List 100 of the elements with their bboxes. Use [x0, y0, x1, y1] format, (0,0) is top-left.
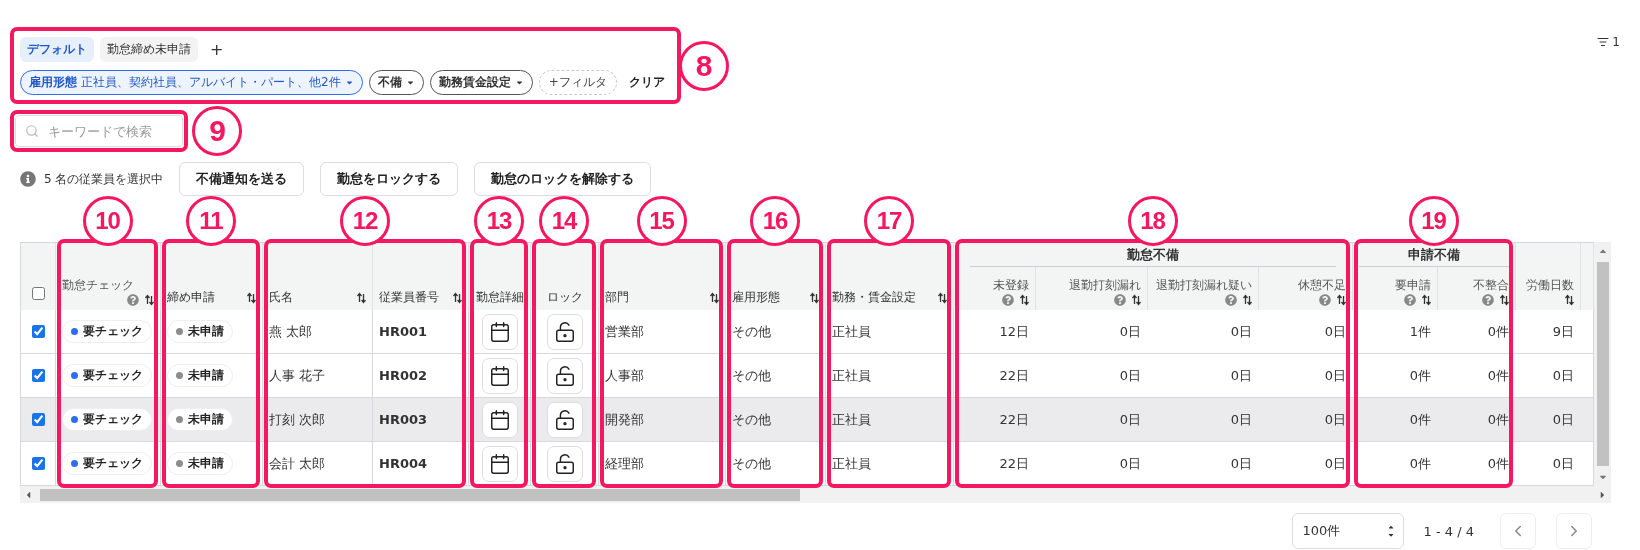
annotation-number: 19	[1408, 196, 1459, 246]
status-badge: 要チェック	[62, 320, 152, 343]
sort-icon[interactable]	[810, 292, 819, 305]
help-icon[interactable]	[1002, 294, 1014, 306]
lock-button[interactable]	[546, 445, 583, 482]
table-cell: 正社員	[832, 410, 871, 429]
horizontal-scrollbar[interactable]	[20, 486, 1611, 503]
table-cell: 9日	[1552, 322, 1574, 341]
table-cell: 0日	[1230, 454, 1252, 473]
table-cell: 正社員	[832, 454, 871, 473]
lock-button[interactable]	[546, 313, 583, 350]
table-cell: HR004	[379, 456, 428, 471]
sort-icon[interactable]	[1132, 294, 1141, 306]
table-cell: 0日	[1552, 366, 1574, 385]
action-button[interactable]: 勤怠のロックを解除する	[474, 162, 652, 196]
row-checkbox[interactable]	[31, 413, 45, 426]
calendar-button[interactable]	[481, 357, 518, 394]
sort-icon[interactable]	[1500, 294, 1509, 306]
sort-icon[interactable]	[1422, 294, 1431, 306]
sort-icon[interactable]	[247, 292, 256, 305]
help-icon[interactable]	[1319, 294, 1331, 306]
table-cell: 1件	[1409, 322, 1431, 341]
row-checkbox[interactable]	[31, 369, 45, 382]
scroll-thumb[interactable]	[1596, 262, 1609, 466]
table-cell: その他	[732, 322, 771, 341]
sort-icon[interactable]	[1565, 294, 1574, 306]
table-cell: 0日	[1324, 454, 1346, 473]
status-badge: 未申請	[167, 364, 233, 387]
column-header: 休憩不足	[1298, 278, 1346, 294]
selection-count: 5 名の従業員を選択中	[44, 170, 164, 188]
filter-chip[interactable]: 雇用形態 正社員、契約社員、アルバイト・パート、他2件	[20, 70, 363, 95]
sort-icon[interactable]	[145, 294, 154, 306]
filter-chip[interactable]: 勤務賃金設定	[429, 70, 533, 95]
scroll-thumb[interactable]	[40, 488, 800, 501]
view-tab[interactable]: デフォルト	[20, 37, 94, 62]
lock-button[interactable]	[546, 401, 583, 438]
calendar-icon	[488, 452, 511, 475]
column-header: 雇用形態	[732, 290, 780, 306]
table-cell: その他	[732, 410, 771, 429]
help-icon[interactable]	[1225, 294, 1237, 306]
action-button[interactable]: 不備通知を送る	[179, 162, 305, 196]
sort-icon[interactable]	[1337, 294, 1346, 306]
table-cell: 22日	[999, 366, 1029, 385]
calendar-button[interactable]	[481, 445, 518, 482]
help-icon[interactable]	[1482, 294, 1494, 306]
search-field[interactable]: キーワードで検索	[15, 115, 183, 147]
annotation-number: 17	[864, 196, 914, 246]
table-cell: 0件	[1487, 454, 1509, 473]
row-checkbox[interactable]	[31, 457, 45, 470]
page-size-select[interactable]: 100件	[1291, 513, 1404, 549]
add-filter-button[interactable]: +フィルタ	[538, 70, 617, 95]
table-cell: その他	[732, 454, 771, 473]
table-cell: 打刻 次郎	[269, 410, 326, 429]
select-all-checkbox[interactable]	[31, 287, 45, 300]
table-cell: HR001	[379, 324, 428, 339]
lock-button[interactable]	[546, 357, 583, 394]
caret-icon	[514, 78, 524, 87]
column-header: 氏名	[269, 290, 293, 306]
table-cell: 22日	[999, 410, 1029, 429]
help-icon[interactable]	[127, 294, 139, 306]
filter-chip[interactable]: 不備	[368, 70, 424, 95]
action-button[interactable]: 勤怠をロックする	[320, 162, 459, 196]
filter-count[interactable]: 1	[1597, 27, 1620, 49]
table-cell: 0件	[1409, 410, 1431, 429]
table-cell: 0日	[1230, 322, 1252, 341]
search-icon	[25, 124, 39, 138]
clear-button[interactable]: クリア	[622, 74, 671, 91]
calendar-button[interactable]	[481, 401, 518, 438]
table-cell: 経理部	[605, 454, 644, 473]
table-cell: 人事部	[605, 366, 644, 385]
column-header: 労働日数	[1526, 278, 1574, 294]
annotation-number: 11	[186, 196, 236, 246]
table-cell: 0日	[1552, 454, 1574, 473]
annotation-number: 15	[636, 196, 687, 246]
table-cell: 営業部	[605, 322, 644, 341]
annotation-number: 8	[678, 40, 729, 91]
info-icon	[20, 171, 36, 187]
sort-icon[interactable]	[710, 292, 719, 305]
sort-icon[interactable]	[1020, 294, 1029, 306]
sort-icon[interactable]	[357, 292, 366, 305]
table-cell: 22日	[999, 454, 1029, 473]
status-badge: 未申請	[167, 452, 233, 475]
view-tab[interactable]: 勤怠締め未申請	[100, 37, 198, 62]
table-cell: 燕 太郎	[269, 322, 313, 341]
vertical-scrollbar[interactable]	[1594, 242, 1611, 486]
calendar-button[interactable]	[481, 313, 518, 350]
table-cell: HR003	[379, 412, 428, 427]
open-padlock-icon	[553, 408, 576, 431]
sort-icon[interactable]	[1243, 294, 1252, 306]
help-icon[interactable]	[1114, 294, 1126, 306]
row-checkbox[interactable]	[31, 325, 45, 338]
column-header: 勤務・賃金設定	[832, 290, 916, 306]
column-header: ロック	[546, 290, 583, 306]
table-cell: 12日	[999, 322, 1029, 341]
sort-icon[interactable]	[938, 292, 947, 305]
help-icon[interactable]	[1404, 294, 1416, 306]
table-cell: 0件	[1409, 366, 1431, 385]
annotation-number: 18	[1127, 196, 1178, 246]
add-view-button[interactable]: +	[204, 40, 230, 59]
sort-icon[interactable]	[453, 292, 462, 305]
